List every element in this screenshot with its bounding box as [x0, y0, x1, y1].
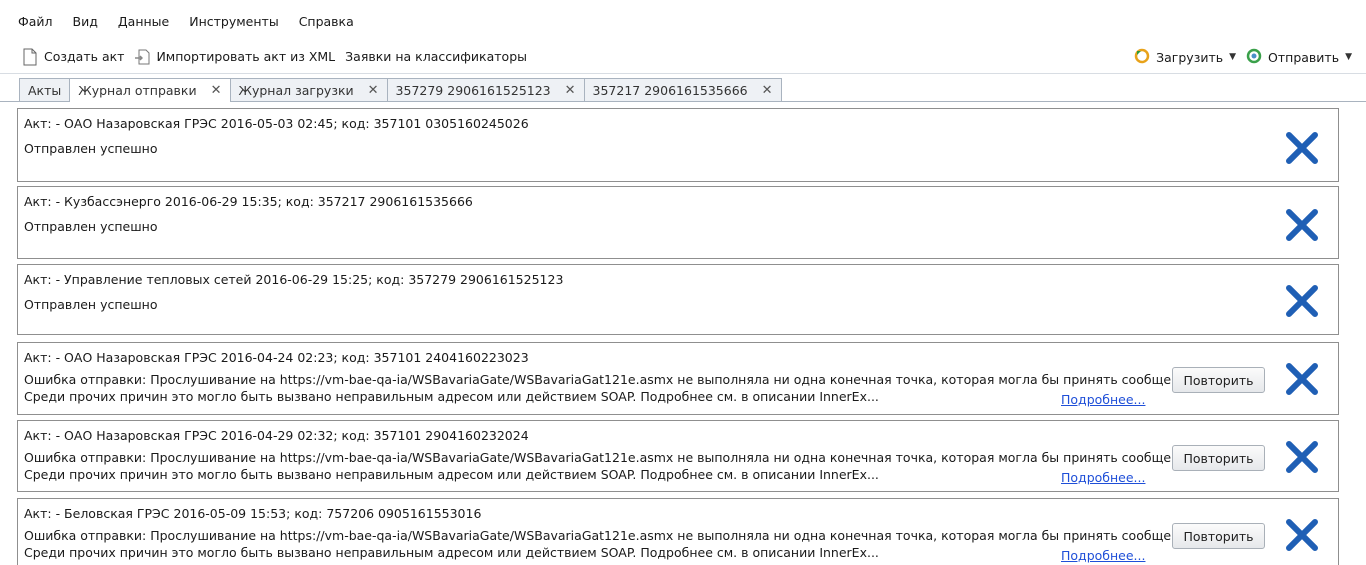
- log-entry: Акт: - Беловская ГРЭС 2016-05-09 15:53; …: [17, 498, 1339, 565]
- tab-label: 357217 2906161535666: [592, 82, 748, 98]
- tab-strip: Акты Журнал отправки ✕ Журнал загрузки ✕…: [0, 74, 1366, 102]
- retry-button[interactable]: Повторить: [1172, 523, 1265, 549]
- details-link[interactable]: Подробнее...: [1061, 470, 1145, 485]
- entry-error-line: Ошибка отправки: Прослушивание на https:…: [24, 372, 1199, 387]
- import-icon: [134, 48, 150, 66]
- tab-act-357217[interactable]: 357217 2906161535666 ✕: [583, 78, 782, 101]
- classifier-requests-label: Заявки на классификаторы: [345, 49, 527, 64]
- close-icon[interactable]: ✕: [368, 83, 379, 98]
- entry-title: Акт: - Кузбассэнерго 2016-06-29 15:35; к…: [24, 194, 473, 209]
- download-label: Загрузить: [1156, 49, 1224, 65]
- entry-title: Акт: - ОАО Назаровская ГРЭС 2016-04-29 0…: [24, 428, 529, 443]
- entry-error-line: Ошибка отправки: Прослушивание на https:…: [24, 450, 1199, 465]
- tab-send-log[interactable]: Журнал отправки ✕: [69, 78, 231, 102]
- retry-button[interactable]: Повторить: [1172, 367, 1265, 393]
- entry-title: Акт: - ОАО Назаровская ГРЭС 2016-04-24 0…: [24, 350, 529, 365]
- chevron-down-icon[interactable]: ▼: [1345, 52, 1352, 62]
- close-x-icon[interactable]: [1282, 359, 1322, 399]
- menu-file[interactable]: Файл: [18, 14, 53, 29]
- menu-tools[interactable]: Инструменты: [189, 14, 278, 29]
- send-button[interactable]: Отправить ▼: [1246, 48, 1352, 66]
- entry-title: Акт: - Управление тепловых сетей 2016-06…: [24, 272, 564, 287]
- log-entry: Акт: - ОАО Назаровская ГРЭС 2016-04-24 0…: [17, 342, 1339, 415]
- download-button[interactable]: Загрузить ▼: [1134, 48, 1236, 66]
- entry-status: Отправлен успешно: [24, 141, 158, 156]
- entry-error-line: Среди прочих причин это могло быть вызва…: [24, 545, 879, 560]
- menu-bar: Файл Вид Данные Инструменты Справка: [0, 0, 1366, 40]
- tab-act-357279[interactable]: 357279 2906161525123 ✕: [386, 78, 585, 101]
- create-act-button[interactable]: Создать акт: [22, 48, 124, 66]
- close-x-icon[interactable]: [1282, 128, 1322, 168]
- menu-view[interactable]: Вид: [73, 14, 98, 29]
- document-icon: [22, 48, 38, 66]
- send-icon: [1246, 48, 1262, 66]
- close-x-icon[interactable]: [1282, 281, 1322, 321]
- close-icon[interactable]: ✕: [565, 83, 576, 98]
- entry-status: Отправлен успешно: [24, 297, 158, 312]
- classifier-requests-button[interactable]: Заявки на классификаторы: [345, 49, 527, 64]
- tab-label: Акты: [28, 82, 62, 98]
- send-label: Отправить: [1268, 49, 1340, 65]
- details-link[interactable]: Подробнее...: [1061, 392, 1145, 407]
- details-link[interactable]: Подробнее...: [1061, 548, 1145, 563]
- entry-status: Отправлен успешно: [24, 219, 158, 234]
- toolbar: Создать акт Импортировать акт из XML Зая…: [0, 40, 1366, 74]
- entry-error-line: Среди прочих причин это могло быть вызва…: [24, 467, 879, 482]
- tab-acts[interactable]: Акты: [19, 78, 71, 101]
- menu-data[interactable]: Данные: [118, 14, 169, 29]
- close-x-icon[interactable]: [1282, 437, 1322, 477]
- import-xml-label: Импортировать акт из XML: [156, 49, 336, 64]
- log-entry: Акт: - Кузбассэнерго 2016-06-29 15:35; к…: [17, 186, 1339, 259]
- refresh-download-icon: [1134, 48, 1150, 66]
- close-x-icon[interactable]: [1282, 205, 1322, 245]
- entry-title: Акт: - Беловская ГРЭС 2016-05-09 15:53; …: [24, 506, 482, 521]
- tab-label: Журнал отправки: [78, 83, 197, 98]
- entry-error-line: Среди прочих причин это могло быть вызва…: [24, 389, 879, 404]
- tab-label: Журнал загрузки: [238, 82, 354, 98]
- send-log-panel: Акт: - ОАО Назаровская ГРЭС 2016-05-03 0…: [17, 108, 1347, 565]
- tab-label: 357279 2906161525123: [395, 82, 551, 98]
- close-x-icon[interactable]: [1282, 515, 1322, 555]
- create-act-label: Создать акт: [44, 49, 125, 64]
- log-entry: Акт: - ОАО Назаровская ГРЭС 2016-04-29 0…: [17, 420, 1339, 492]
- close-icon[interactable]: ✕: [211, 83, 222, 98]
- log-entry: Акт: - Управление тепловых сетей 2016-06…: [17, 264, 1339, 335]
- import-xml-button[interactable]: Импортировать акт из XML: [134, 48, 335, 66]
- entry-error-line: Ошибка отправки: Прослушивание на https:…: [24, 528, 1199, 543]
- tab-load-log[interactable]: Журнал загрузки ✕: [229, 78, 388, 101]
- close-icon[interactable]: ✕: [762, 83, 773, 98]
- chevron-down-icon[interactable]: ▼: [1229, 52, 1236, 62]
- entry-title: Акт: - ОАО Назаровская ГРЭС 2016-05-03 0…: [24, 116, 529, 131]
- retry-button[interactable]: Повторить: [1172, 445, 1265, 471]
- log-entry: Акт: - ОАО Назаровская ГРЭС 2016-05-03 0…: [17, 108, 1339, 182]
- menu-help[interactable]: Справка: [299, 14, 354, 29]
